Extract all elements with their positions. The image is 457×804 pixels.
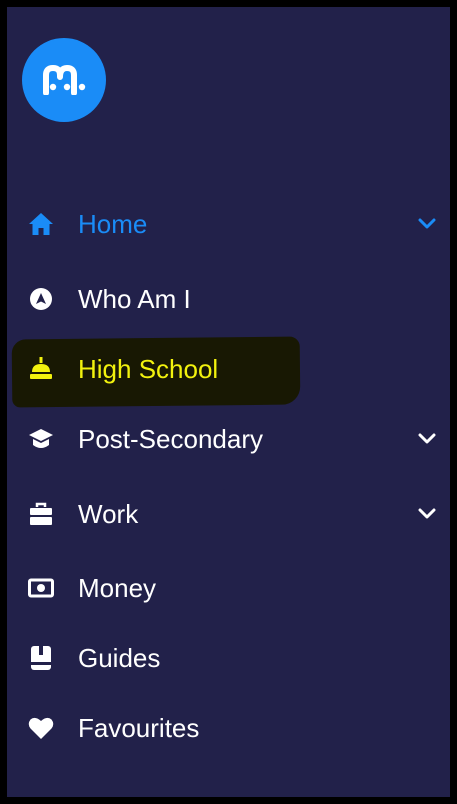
sidebar-nav: Home Who Am I High School Post-Secondary… <box>7 7 450 797</box>
sidebar-item-work[interactable]: Work <box>7 486 450 542</box>
compass-icon <box>27 285 55 313</box>
sidebar-item-label: Money <box>78 573 157 603</box>
sidebar-item-money[interactable]: Money <box>7 560 450 616</box>
sidebar-item-label: Post-Secondary <box>78 424 263 454</box>
sidebar-item-who-am-i[interactable]: Who Am I <box>7 271 450 327</box>
graduation-cap-icon <box>27 425 55 453</box>
sidebar-item-high-school[interactable]: High School <box>7 341 450 397</box>
sidebar-item-label: Guides <box>78 643 161 673</box>
sidebar-item-post-secondary[interactable]: Post-Secondary <box>7 411 450 467</box>
sidebar-item-favourites[interactable]: Favourites <box>7 700 450 756</box>
sidebar-item-label: Home <box>78 209 148 239</box>
sidebar-item-label: High School <box>78 354 219 384</box>
book-icon <box>27 644 55 672</box>
briefcase-icon <box>27 500 55 528</box>
chevron-down-icon[interactable] <box>416 428 438 450</box>
sidebar-item-home[interactable]: Home <box>7 196 450 252</box>
sidebar-item-guides[interactable]: Guides <box>7 630 450 686</box>
school-icon <box>27 355 55 383</box>
heart-icon <box>27 714 55 742</box>
home-icon <box>27 210 55 238</box>
money-icon <box>27 574 55 602</box>
sidebar-item-label: Favourites <box>78 713 200 743</box>
sidebar-item-label: Who Am I <box>78 284 191 314</box>
sidebar-panel: Home Who Am I High School Post-Secondary… <box>7 7 450 797</box>
chevron-down-icon[interactable] <box>416 213 438 235</box>
sidebar-item-label: Work <box>78 499 139 529</box>
chevron-down-icon[interactable] <box>416 503 438 525</box>
